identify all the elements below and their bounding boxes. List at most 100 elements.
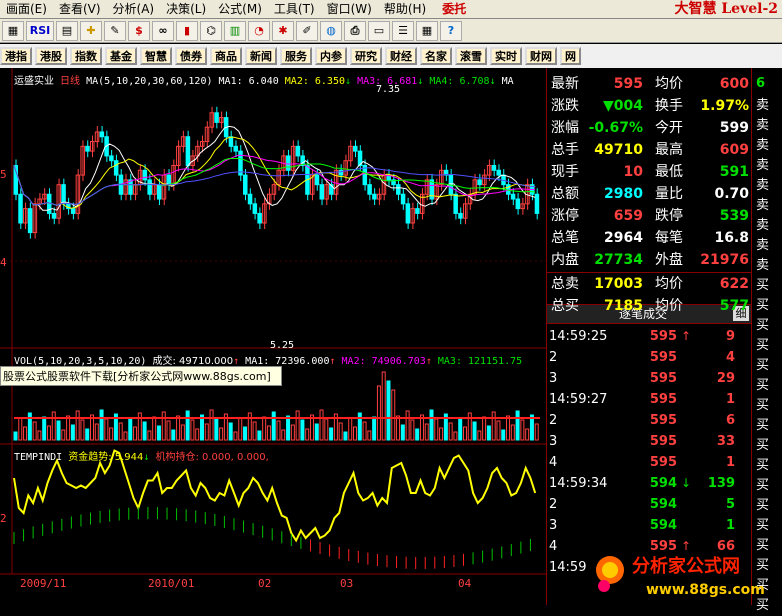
candle-icon[interactable]: ▮ bbox=[176, 20, 198, 41]
func-button-9[interactable]: 内参 bbox=[315, 47, 347, 65]
candle-body bbox=[515, 198, 521, 210]
func-button-4[interactable]: 智慧 bbox=[140, 47, 172, 65]
far-cell: 卖 bbox=[756, 158, 770, 173]
amount-label: 总额 bbox=[551, 186, 579, 202]
menu-screen[interactable]: 画面(E) bbox=[0, 0, 53, 18]
candle-body bbox=[243, 174, 248, 195]
menu-decision[interactable]: 决策(L) bbox=[160, 0, 212, 18]
tick-row: 14:59:27 595 1 bbox=[547, 389, 782, 410]
list-icon[interactable]: ☰ bbox=[392, 20, 414, 41]
globe-icon[interactable]: ◍ bbox=[320, 20, 342, 41]
limit-up-value: 659 bbox=[613, 208, 643, 224]
tick-volume: 5 bbox=[725, 497, 735, 512]
ad-tooltip[interactable]: 股票公式股票软件下载[分析家公式网www.88gs.com] bbox=[0, 366, 282, 386]
menu-analysis[interactable]: 分析(A) bbox=[107, 0, 161, 18]
tick-price: 595 bbox=[649, 329, 677, 344]
dollar-button[interactable]: $ bbox=[128, 20, 150, 41]
temp-name: TEMPINDI bbox=[14, 452, 63, 463]
candle-body bbox=[367, 184, 372, 195]
cross-icon[interactable]: ✚ bbox=[80, 20, 102, 41]
volume-bar bbox=[295, 410, 300, 441]
menu-entrust[interactable]: 委托 bbox=[436, 0, 472, 18]
print-icon[interactable]: ⎙ bbox=[344, 20, 366, 41]
tick-volume: 33 bbox=[716, 434, 735, 449]
volume-bar bbox=[424, 423, 429, 441]
far-cell: 买 bbox=[756, 338, 770, 353]
func-button-7[interactable]: 新闻 bbox=[245, 47, 277, 65]
glasses-icon[interactable]: ∞ bbox=[152, 20, 174, 41]
menu-help[interactable]: 帮助(H) bbox=[378, 0, 432, 18]
rsi-button[interactable]: RSI bbox=[26, 20, 54, 41]
outer-value: 21976 bbox=[700, 252, 749, 268]
tick-arrow: ↑ bbox=[681, 329, 692, 343]
volume-bar bbox=[109, 427, 114, 441]
volume-bar bbox=[491, 411, 496, 441]
sell-avg-label: 均价 bbox=[655, 276, 683, 292]
kline-chart[interactable] bbox=[0, 68, 546, 605]
star-icon[interactable]: ✱ bbox=[272, 20, 294, 41]
menu-window[interactable]: 窗口(W) bbox=[321, 0, 378, 18]
bars-icon[interactable]: ▥ bbox=[224, 20, 246, 41]
volume-bar bbox=[118, 422, 123, 441]
candle-body bbox=[295, 145, 301, 157]
volume-bar bbox=[429, 409, 434, 441]
func-button-14[interactable]: 实时 bbox=[490, 47, 522, 65]
tick-time: 3 bbox=[549, 518, 558, 533]
buy-avg-label: 均价 bbox=[655, 298, 683, 314]
indicator-icon[interactable]: ▤ bbox=[56, 20, 78, 41]
func-button-6[interactable]: 商品 bbox=[210, 47, 242, 65]
menu-tools[interactable]: 工具(T) bbox=[268, 0, 321, 18]
candle-body bbox=[415, 208, 420, 214]
func-button-12[interactable]: 名家 bbox=[420, 47, 452, 65]
ma-legend: 运盛实业 日线 MA(5,10,20,30,60,120) MA1: 6.040… bbox=[14, 76, 514, 87]
volume-bar bbox=[367, 430, 372, 441]
volume-bar bbox=[32, 421, 37, 441]
grid-icon[interactable]: ▦ bbox=[416, 20, 438, 41]
volume-bar bbox=[219, 427, 224, 441]
func-button-2[interactable]: 指数 bbox=[70, 47, 102, 65]
func-button-16[interactable]: 网 bbox=[560, 47, 581, 65]
vol-ma2: MA2: 74906.703 bbox=[341, 356, 426, 367]
toolbar: ▦ RSI ▤ ✚ ✎ $ ∞ ▮ ⌬ ▥ ◔ ✱ ✐ ◍ ⎙ ▭ ☰ ▦ ? bbox=[0, 19, 782, 43]
candle-body bbox=[396, 184, 401, 195]
func-button-10[interactable]: 研究 bbox=[350, 47, 382, 65]
menu-view[interactable]: 查看(V) bbox=[53, 0, 107, 18]
func-button-1[interactable]: 港股 bbox=[35, 47, 67, 65]
func-button-15[interactable]: 财网 bbox=[525, 47, 557, 65]
func-button-8[interactable]: 服务 bbox=[280, 47, 312, 65]
chart-icon[interactable]: ▦ bbox=[2, 20, 24, 41]
volume-bar bbox=[257, 430, 262, 441]
window-icon[interactable]: ▭ bbox=[368, 20, 390, 41]
tick-volume: 1 bbox=[725, 518, 735, 533]
limit-up-label: 涨停 bbox=[551, 208, 579, 224]
ma1-value: MA1: 6.040 bbox=[218, 76, 279, 87]
volume-bar bbox=[305, 428, 310, 441]
func-button-0[interactable]: 港指 bbox=[0, 47, 32, 65]
pie-icon[interactable]: ◔ bbox=[248, 20, 270, 41]
volume-bar bbox=[486, 425, 491, 441]
binocular-icon[interactable]: ⌬ bbox=[200, 20, 222, 41]
volume-bar bbox=[415, 428, 420, 441]
help-icon[interactable]: ? bbox=[440, 20, 462, 41]
func-button-3[interactable]: 基金 bbox=[105, 47, 137, 65]
tick-volume: 29 bbox=[716, 371, 735, 386]
volume-bar bbox=[46, 425, 51, 441]
total-trades-label: 总笔 bbox=[551, 230, 579, 246]
ma5-value: MA bbox=[501, 76, 514, 87]
func-button-13[interactable]: 滚雪 bbox=[455, 47, 487, 65]
high-label: 最高 bbox=[655, 142, 683, 158]
tick-price: 594 bbox=[649, 476, 677, 491]
volume-bar bbox=[42, 416, 47, 441]
ruler-icon[interactable]: ✎ bbox=[104, 20, 126, 41]
edit-icon[interactable]: ✐ bbox=[296, 20, 318, 41]
candle-body bbox=[338, 169, 344, 176]
far-cell: 卖 bbox=[756, 198, 770, 213]
func-button-11[interactable]: 财经 bbox=[385, 47, 417, 65]
menu-formula[interactable]: 公式(M) bbox=[212, 0, 268, 18]
candle-body bbox=[85, 145, 90, 152]
volume-bar bbox=[477, 430, 482, 441]
cur-hands-value: 10 bbox=[623, 164, 643, 180]
inner-value: 27734 bbox=[594, 252, 643, 268]
amount-value: 2980 bbox=[604, 186, 643, 202]
func-button-5[interactable]: 债券 bbox=[175, 47, 207, 65]
